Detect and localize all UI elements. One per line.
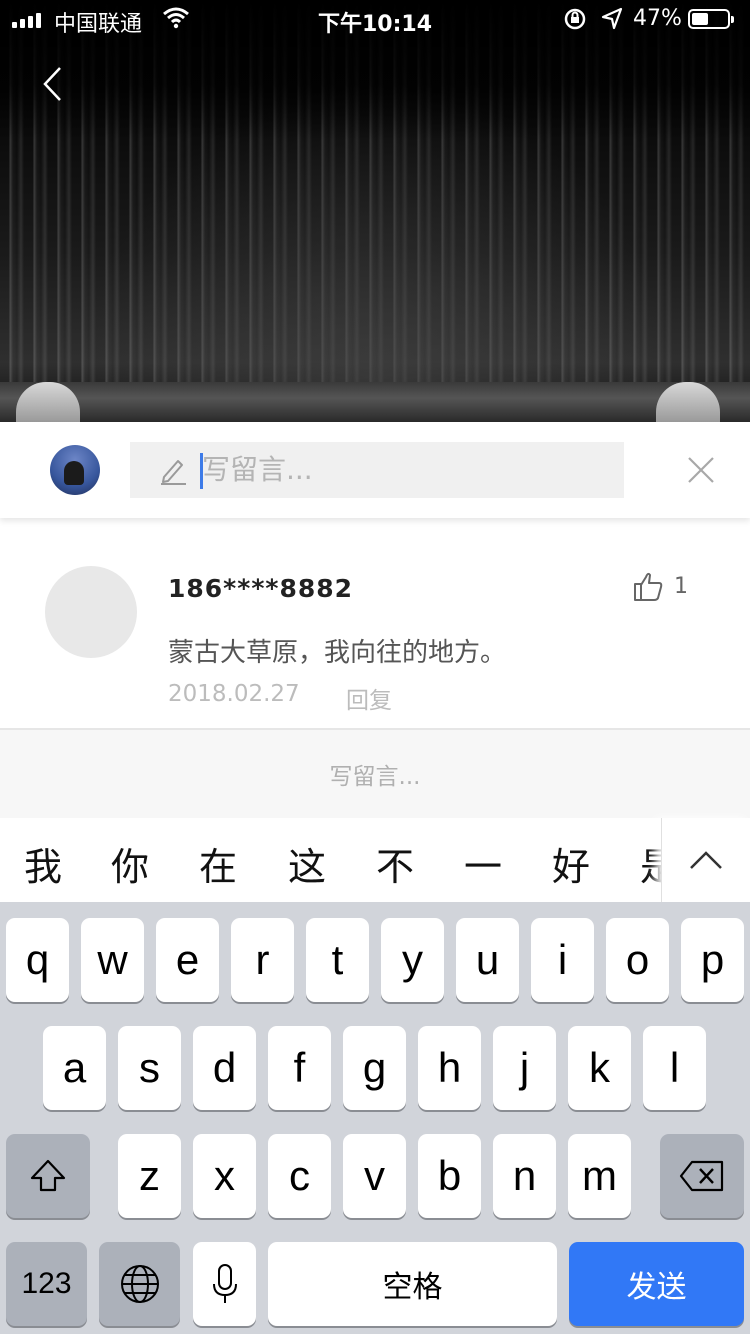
key-e[interactable]: e [156, 918, 219, 1002]
key-q[interactable]: q [6, 918, 69, 1002]
candidate-word[interactable]: 好 [552, 836, 590, 891]
candidate-word[interactable]: 我 [24, 836, 62, 891]
key-j[interactable]: j [493, 1026, 556, 1110]
candidate-bar: 我 你 在 这 不 一 好 是 [0, 818, 750, 903]
battery-icon [688, 9, 734, 29]
key-v[interactable]: v [343, 1134, 406, 1218]
orientation-lock-icon [562, 6, 588, 38]
status-bar: 中国联通 下午10:14 47% [0, 0, 750, 40]
back-button[interactable] [36, 64, 72, 104]
key-u[interactable]: u [456, 918, 519, 1002]
candidate-word[interactable]: 一 [464, 836, 502, 891]
globe-key[interactable] [99, 1242, 180, 1326]
write-comment-button[interactable]: 写留言... [0, 730, 750, 818]
comment-input-bar: 写留言... [0, 422, 750, 518]
like-button[interactable]: 1 [632, 570, 688, 602]
key-k[interactable]: k [568, 1026, 631, 1110]
key-h[interactable]: h [418, 1026, 481, 1110]
key-n[interactable]: n [493, 1134, 556, 1218]
key-t[interactable]: t [306, 918, 369, 1002]
pencil-icon [161, 460, 186, 485]
chevron-up-icon [690, 851, 722, 869]
key-a[interactable]: a [43, 1026, 106, 1110]
key-r[interactable]: r [231, 918, 294, 1002]
keyboard: q w e r t y u i o p a s d f g h j k l z … [0, 902, 750, 1334]
reply-button[interactable]: 回复 [346, 681, 392, 715]
key-c[interactable]: c [268, 1134, 331, 1218]
key-i[interactable]: i [531, 918, 594, 1002]
key-w[interactable]: w [81, 918, 144, 1002]
delete-icon [679, 1160, 724, 1192]
key-m[interactable]: m [568, 1134, 631, 1218]
close-icon [688, 457, 714, 483]
shift-key[interactable] [6, 1134, 90, 1218]
write-comment-label: 写留言... [329, 764, 421, 790]
key-d[interactable]: d [193, 1026, 256, 1110]
close-button[interactable] [686, 455, 716, 485]
candidate-word[interactable]: 在 [199, 836, 237, 891]
key-b[interactable]: b [418, 1134, 481, 1218]
key-o[interactable]: o [606, 918, 669, 1002]
comment-date: 2018.02.27 [168, 681, 300, 707]
space-key[interactable]: 空格 [268, 1242, 557, 1326]
delete-key[interactable] [660, 1134, 744, 1218]
shift-icon [30, 1159, 66, 1192]
location-arrow-icon [600, 6, 624, 38]
key-x[interactable]: x [193, 1134, 256, 1218]
key-l[interactable]: l [643, 1026, 706, 1110]
comment-input-placeholder: 写留言... [202, 453, 313, 486]
candidate-word[interactable]: 这 [288, 836, 326, 891]
microphone-icon [212, 1264, 237, 1303]
comment-username: 186****8882 [168, 574, 354, 603]
battery-fill [692, 13, 708, 25]
stage-floor [0, 382, 750, 422]
avatar [45, 566, 137, 658]
key-f[interactable]: f [268, 1026, 331, 1110]
globe-icon [120, 1265, 159, 1303]
comment-item: 186****8882 1 蒙古大草原，我向往的地方。 2018.02.27 回… [0, 518, 750, 728]
send-key[interactable]: 发送 [569, 1242, 744, 1326]
key-s[interactable]: s [118, 1026, 181, 1110]
expand-candidates-button[interactable] [661, 818, 750, 902]
thumbs-up-icon [634, 572, 663, 601]
key-y[interactable]: y [381, 918, 444, 1002]
numbers-key[interactable]: 123 [6, 1242, 87, 1326]
candidate-word[interactable]: 你 [111, 836, 149, 891]
stage-photo [0, 0, 750, 422]
current-user-avatar [50, 445, 100, 495]
like-count: 1 [674, 573, 688, 599]
key-p[interactable]: p [681, 918, 744, 1002]
comment-text: 蒙古大草原，我向往的地方。 [168, 638, 507, 668]
candidate-word-partial[interactable]: 是 [640, 836, 661, 891]
candidate-word[interactable]: 不 [376, 836, 414, 891]
microphone-key[interactable] [193, 1242, 256, 1326]
battery-percent: 47% [633, 6, 682, 31]
key-z[interactable]: z [118, 1134, 181, 1218]
comment-input[interactable]: 写留言... [130, 442, 624, 498]
back-chevron-icon [43, 67, 61, 101]
key-g[interactable]: g [343, 1026, 406, 1110]
